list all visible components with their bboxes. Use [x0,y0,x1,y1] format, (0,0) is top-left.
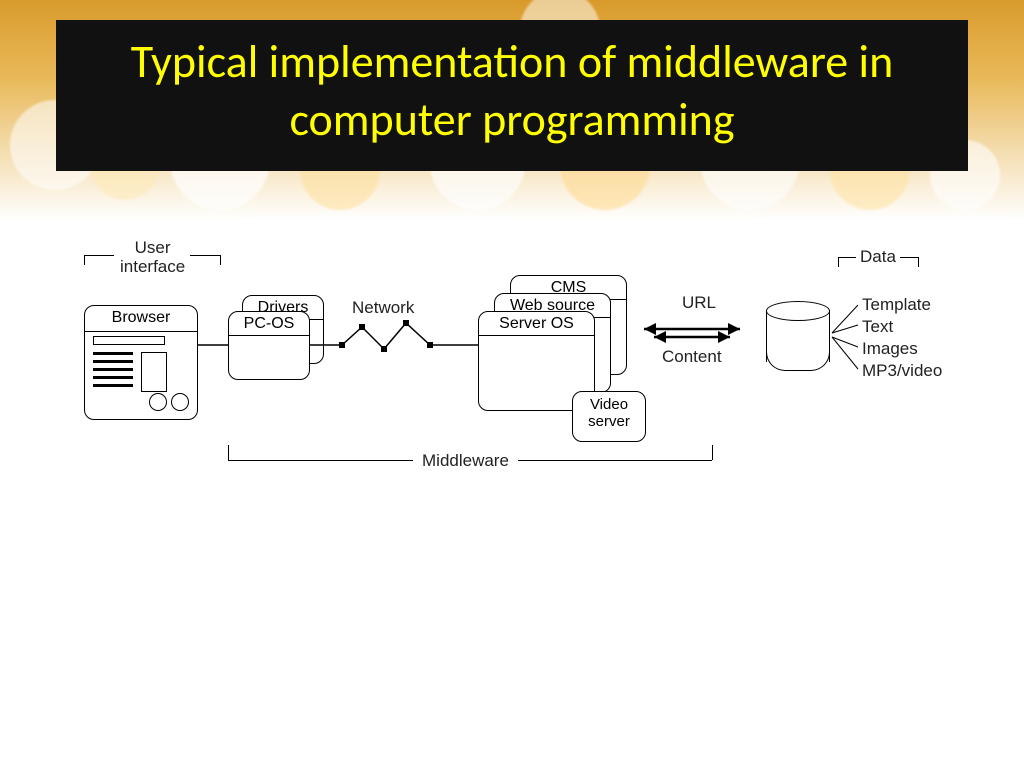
data-item-template: Template [862,295,931,315]
label-middleware: Middleware [422,451,509,471]
label-data: Data [860,247,896,267]
label-network: Network [352,298,414,318]
node-browser: Browser [85,309,197,332]
label-url: URL [682,293,716,313]
node-video-server: Videoserver [572,391,646,442]
slide-title: Typical implementation of middleware in … [56,20,968,171]
node-data-cylinder [766,301,830,371]
label-user-interface: Userinterface [120,239,185,276]
data-item-mp3-video: MP3/video [862,361,942,381]
node-pc-os: PC-OS [229,315,309,336]
node-server-os: Server OS [479,315,594,336]
middleware-diagram: Userinterface Browser Drivers PC-OS Netw… [52,245,972,505]
data-item-text: Text [862,317,893,337]
banner-background: Typical implementation of middleware in … [0,0,1024,220]
node-browser-frame: Browser [84,305,198,420]
label-content: Content [662,347,722,367]
slide-title-text: Typical implementation of middleware in … [131,34,894,148]
data-item-images: Images [862,339,918,359]
node-pc-os-frame: PC-OS [228,311,310,380]
